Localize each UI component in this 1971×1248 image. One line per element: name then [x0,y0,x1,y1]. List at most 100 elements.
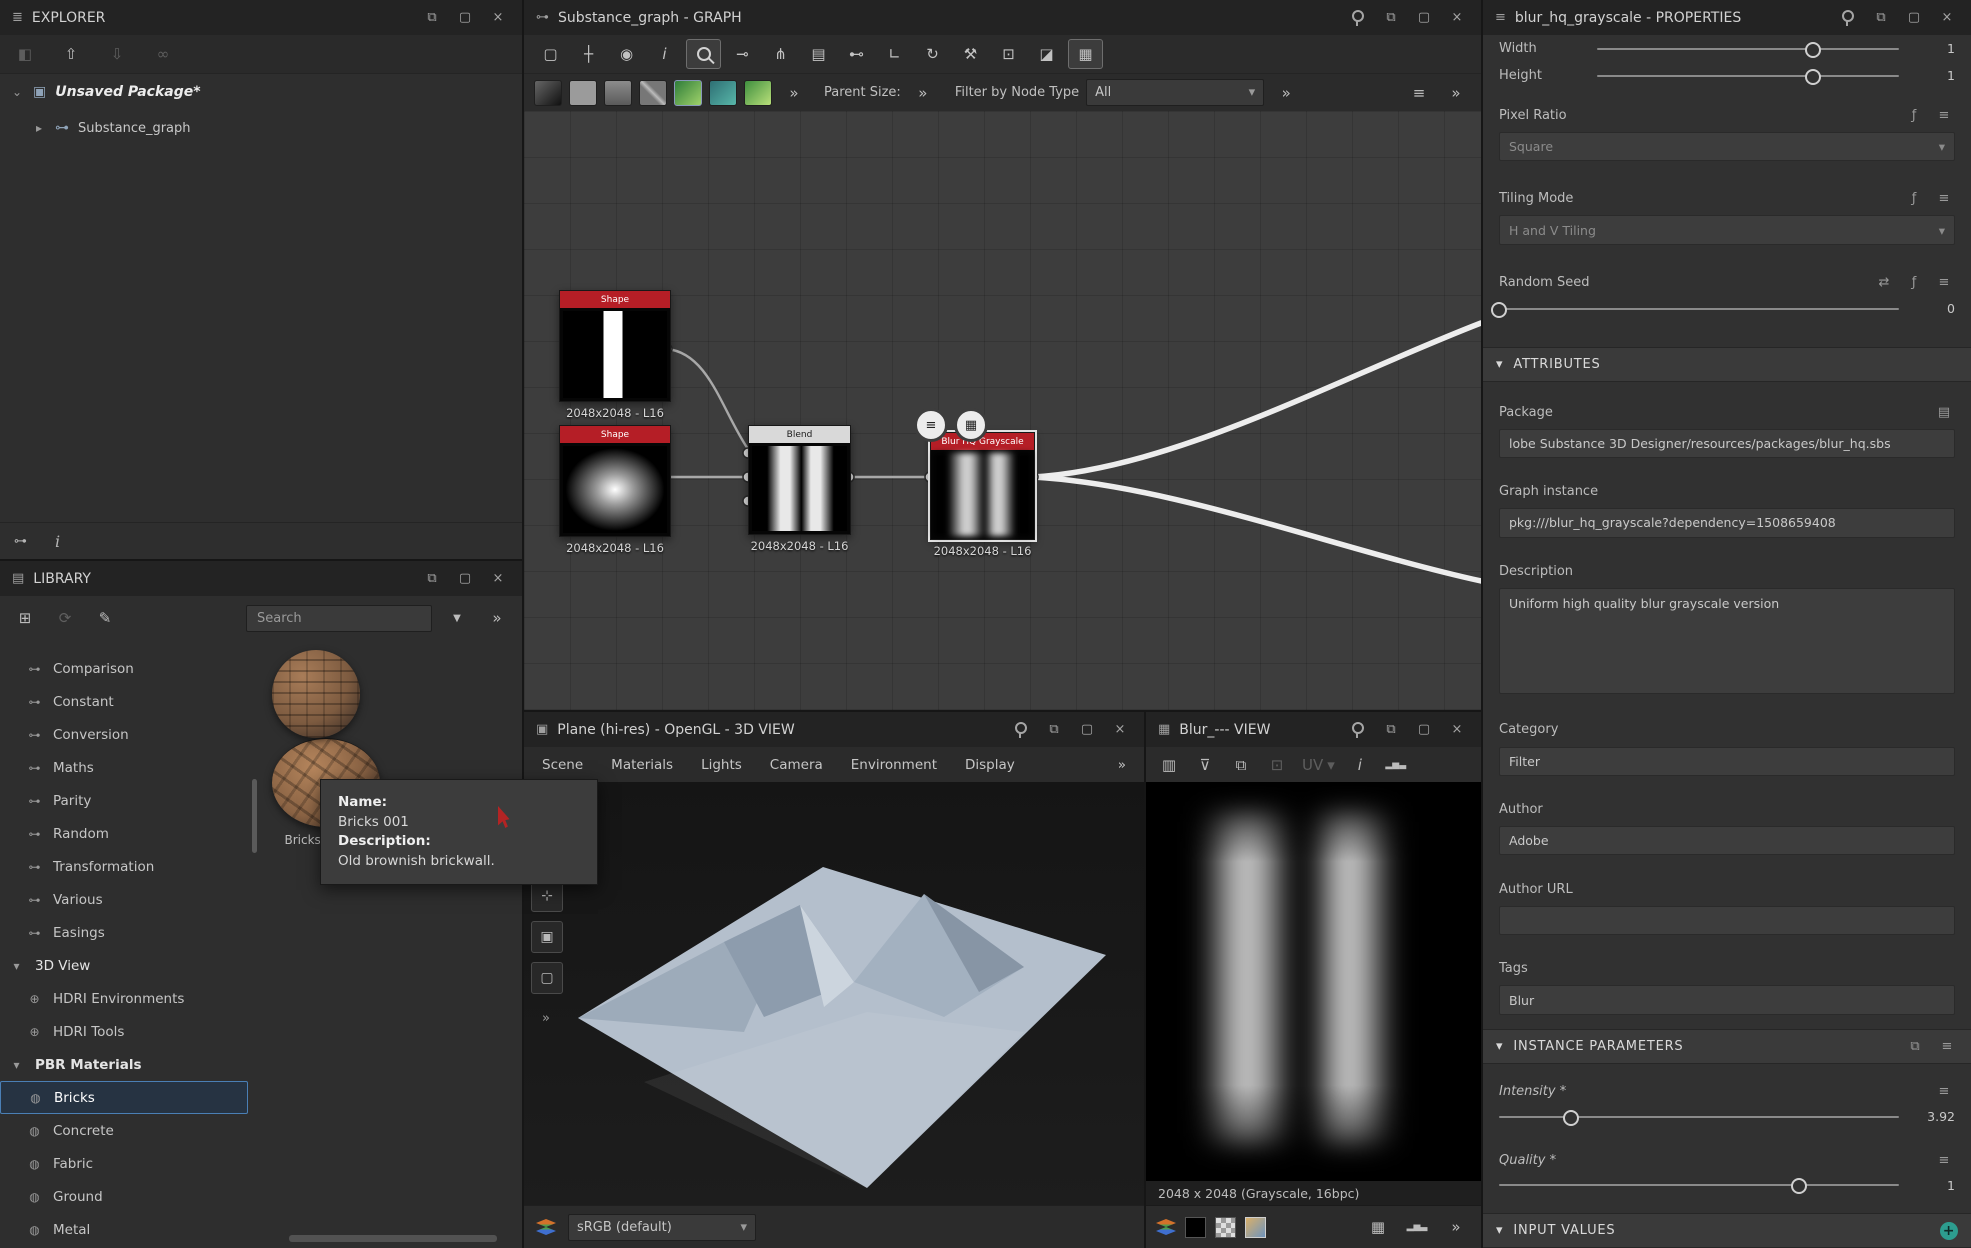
view2d-overflow-icon[interactable]: » [1441,1214,1471,1240]
save-image-icon[interactable]: ⊽ [1190,752,1220,778]
display-filter-roughness-icon[interactable] [744,80,772,106]
library-horizontal-scrollbar[interactable] [289,1235,497,1242]
input-values-section-header[interactable]: ▾ INPUT VALUES + [1483,1213,1971,1248]
image-info-icon[interactable]: i [1345,752,1375,778]
display-filter-image-icon[interactable] [534,80,562,106]
close-icon[interactable]: × [1445,722,1469,737]
random-seed-slider[interactable] [1499,308,1899,310]
layers-icon[interactable] [1156,1219,1176,1235]
tree-item-package[interactable]: ⌄ ▣ Unsaved Package* [0,74,522,110]
quality-slider[interactable] [1499,1184,1899,1186]
frame-output-icon[interactable]: ⊡ [992,40,1025,68]
display-filter-mask-icon[interactable] [639,80,667,106]
pin-icon[interactable] [1346,722,1370,738]
graph-node-blend[interactable]: Blend 2048x2048 - L16 [748,425,851,535]
graph-node-shape-2[interactable]: Shape 2048x2048 - L16 [559,425,671,537]
material-thumbnail-bricks-001[interactable] [272,650,360,738]
info-icon[interactable]: i [55,532,60,551]
menu-display[interactable]: Display [965,757,1015,773]
library-item-transformation[interactable]: ⊶Transformation [0,850,258,883]
chevron-down-icon[interactable]: ⌄ [10,85,24,99]
tiling-grid-icon[interactable]: ▦ [1363,1214,1393,1240]
uv-dropdown[interactable]: UV ▾ [1298,752,1339,778]
library-item-random[interactable]: ⊶Random [0,817,258,850]
graph-bar-overflow-icon[interactable]: » [1441,80,1471,106]
graph-node-shape-1[interactable]: Shape 2048x2048 - L16 [559,290,671,402]
grid-snap-icon[interactable]: ▦ [1068,39,1103,69]
library-item-ground[interactable]: ◍Ground [0,1180,258,1213]
align-stack-icon[interactable]: ▤ [802,40,835,68]
menu-environment[interactable]: Environment [851,757,937,773]
node-output-badge-icon[interactable]: ≡ [914,408,948,442]
instance-parameters-section-header[interactable]: ▾ INSTANCE PARAMETERS ⧉ ≡ [1483,1029,1971,1064]
library-item-metal[interactable]: ◍Metal [0,1213,258,1246]
library-item-fabric[interactable]: ◍Fabric [0,1147,258,1180]
float-icon[interactable]: ⧉ [1379,722,1403,737]
link-dot-icon[interactable]: ⊷ [840,40,873,68]
chevron-right-icon[interactable]: ▸ [32,121,46,135]
pin-icon[interactable] [1009,722,1033,738]
intensity-value[interactable]: 3.92 [1911,1109,1955,1124]
expose-parameter-icon[interactable]: ƒ [1903,191,1925,206]
cube-shaded-icon[interactable]: ▣ [531,921,563,953]
cube-wire-icon[interactable]: ▢ [531,962,563,994]
height-slider[interactable] [1597,75,1899,77]
library-item-easings[interactable]: ⊶Easings [0,916,258,949]
maximize-icon[interactable]: ▢ [1075,722,1099,737]
background-checker-swatch[interactable] [1215,1217,1236,1238]
library-item-hdri-environments[interactable]: ⊕HDRI Environments [0,982,258,1015]
graph-node-blur-hq-grayscale[interactable]: Blur HQ Grayscale 2048x2048 - L16 [930,432,1035,540]
marquee-select-icon[interactable]: ▢ [534,40,567,68]
layers-icon[interactable] [536,1219,556,1235]
import-package-icon[interactable]: ⇧ [56,41,86,67]
view2d-canvas[interactable] [1146,782,1481,1181]
menu-scene[interactable]: Scene [542,757,583,773]
float-icon[interactable]: ⧉ [1042,722,1066,737]
node-type-dropdown[interactable]: All ▾ [1086,79,1264,106]
pixel-ratio-dropdown[interactable]: Square ▾ [1499,132,1955,161]
edit-icon[interactable]: ✎ [90,605,120,631]
graph-canvas[interactable]: Shape 2048x2048 - L16 Shape 2048x2048 - … [524,111,1481,710]
link-icon[interactable]: ∞ [148,41,178,67]
close-icon[interactable]: × [486,571,510,586]
colorspace-dropdown[interactable]: sRGB (default) ▾ [568,1214,756,1241]
transform-icon[interactable]: ┼ [572,40,605,68]
close-icon[interactable]: × [1445,10,1469,25]
histogram-icon[interactable]: ▂▅▃ [1381,752,1411,778]
tags-field[interactable]: Blur [1499,985,1955,1014]
library-item-concrete[interactable]: ◍Concrete [0,1114,258,1147]
background-image-swatch[interactable] [1245,1217,1266,1238]
parameter-menu-icon[interactable]: ≡ [1933,108,1955,123]
close-icon[interactable]: × [486,10,510,25]
display-filter-height-icon[interactable] [709,80,737,106]
filter-funnel-icon[interactable]: ▼ [442,605,472,631]
levels-icon[interactable]: ▂▅▃ [1402,1214,1432,1240]
random-seed-value[interactable]: 0 [1911,301,1955,316]
display-filter-material-icon[interactable] [604,80,632,106]
transform-gizmo-icon[interactable]: ⊡ [1262,752,1292,778]
float-icon[interactable]: ⧉ [420,10,444,25]
shuffle-icon[interactable]: ⇄ [1873,275,1895,290]
close-icon[interactable]: × [1935,10,1959,25]
split-links-icon[interactable]: ⋔ [764,40,797,68]
library-item-various[interactable]: ⊶Various [0,883,258,916]
width-value[interactable]: 1 [1911,41,1955,56]
library-item-maths[interactable]: ⊶Maths [0,751,258,784]
folder-icon[interactable]: ▤ [1933,405,1955,420]
node-view-badge-icon[interactable]: ▦ [954,408,988,442]
tiling-mode-dropdown[interactable]: H and V Tiling ▾ [1499,215,1955,244]
maximize-icon[interactable]: ▢ [1412,10,1436,25]
parameter-menu-icon[interactable]: ≡ [1933,1084,1955,1099]
library-item-bricks[interactable]: ◍Bricks [0,1081,248,1114]
parameter-menu-icon[interactable]: ≡ [1933,275,1955,290]
preset-icon[interactable]: ⧉ [1904,1039,1926,1054]
compute-icon[interactable]: ↻ [916,40,949,68]
pin-icon[interactable] [1836,10,1860,26]
refresh-icon[interactable]: ⟳ [50,605,80,631]
author-url-field[interactable] [1499,906,1955,935]
close-icon[interactable]: × [1108,722,1132,737]
menu-camera[interactable]: Camera [770,757,823,773]
parameter-menu-icon[interactable]: ≡ [1933,1153,1955,1168]
elbow-links-icon[interactable]: ∟ [878,40,911,68]
height-value[interactable]: 1 [1911,68,1955,83]
